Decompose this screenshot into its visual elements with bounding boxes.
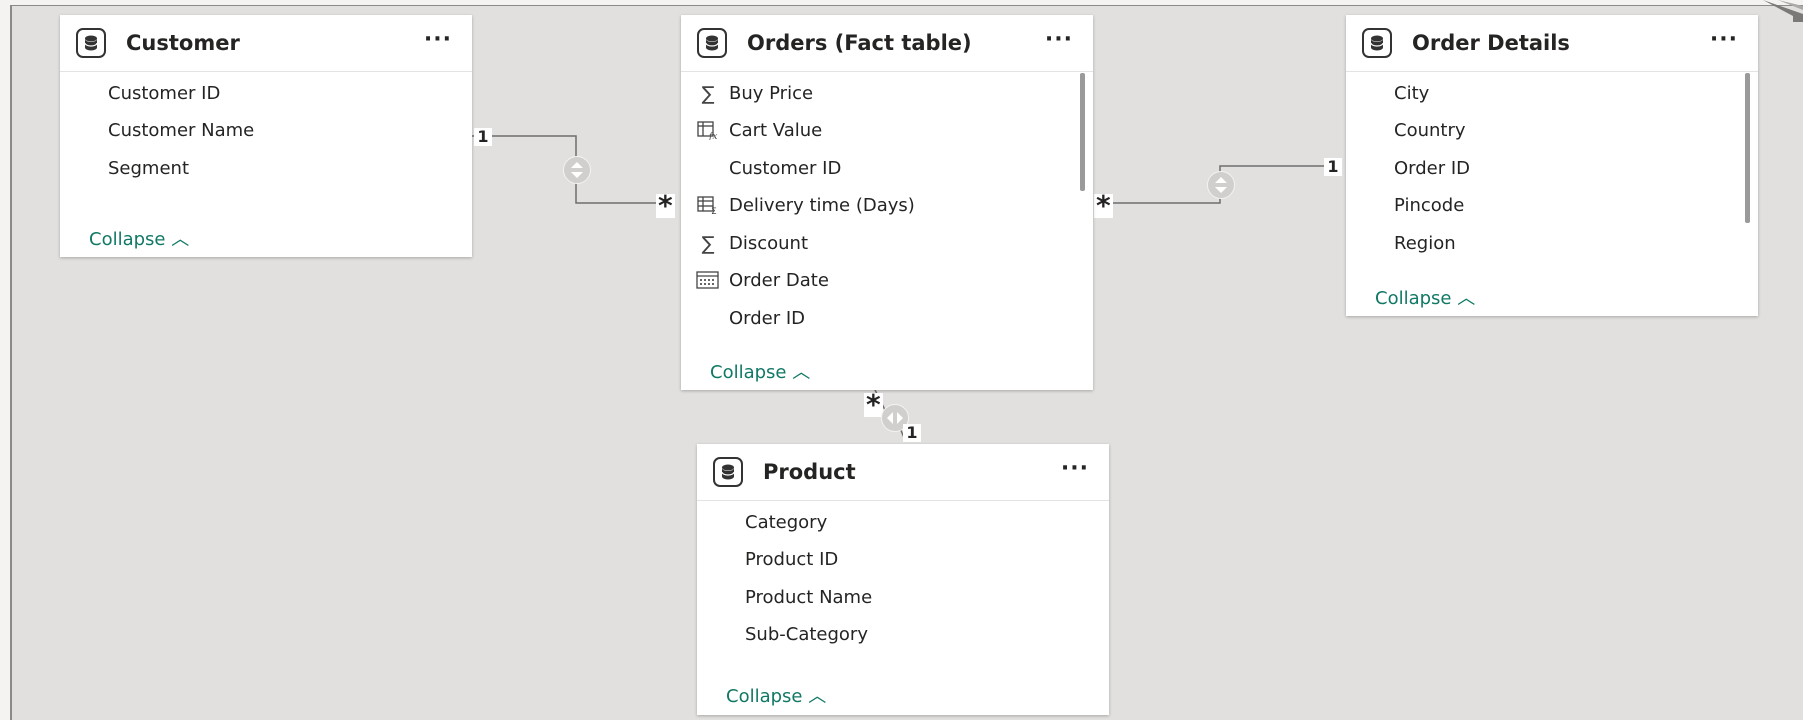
table-title: Order Details — [1412, 31, 1570, 55]
cross-filter-direction-icon[interactable] — [1207, 171, 1235, 199]
collapse-label: Collapse — [726, 686, 803, 707]
field-label: Category — [745, 512, 828, 533]
field-label: Region — [1394, 233, 1456, 254]
calculated-table-icon: Σ — [696, 195, 720, 217]
table-card-customer[interactable]: Customer ··· Customer ID Customer Name S… — [60, 15, 472, 257]
calculated-column-icon: fx — [696, 120, 720, 142]
collapse-button[interactable]: Collapse ︿ — [1375, 284, 1475, 310]
table-card-orders[interactable]: Orders (Fact table) ··· ∑ Buy Price fx C… — [681, 15, 1093, 390]
table-card-product[interactable]: Product ··· Category Product ID Product … — [697, 444, 1109, 715]
relationship-cardinality-one: 1 — [1324, 158, 1342, 176]
chevron-up-icon: ︿ — [1457, 288, 1476, 309]
collapse-label: Collapse — [89, 229, 166, 250]
field-label: Customer ID — [108, 83, 221, 104]
field-label: Product ID — [745, 549, 839, 570]
table-card-header[interactable]: Orders (Fact table) ··· — [681, 15, 1093, 72]
field-label: Pincode — [1394, 195, 1465, 216]
collapse-button[interactable]: Collapse ︿ — [710, 358, 810, 384]
more-options-button[interactable]: ··· — [1045, 27, 1073, 52]
cross-filter-direction-icon[interactable] — [563, 156, 591, 184]
field-label: Order Date — [729, 270, 829, 291]
field-label: Customer Name — [108, 120, 255, 141]
relationship-cardinality-many: * — [1094, 189, 1113, 222]
table-card-order-details[interactable]: Order Details ··· City Country Order ID … — [1346, 15, 1758, 316]
field-label: Order ID — [1394, 158, 1471, 179]
table-icon — [76, 28, 106, 58]
more-options-button[interactable]: ··· — [1710, 27, 1738, 52]
table-title: Orders (Fact table) — [747, 31, 972, 55]
more-options-button[interactable]: ··· — [1061, 456, 1089, 481]
field-label: Delivery time (Days) — [729, 195, 915, 216]
table-card-header[interactable]: Product ··· — [697, 444, 1109, 501]
collapse-button[interactable]: Collapse ︿ — [726, 682, 826, 708]
sigma-icon: ∑ — [701, 83, 715, 105]
table-title: Customer — [126, 31, 240, 55]
table-card-header[interactable]: Order Details ··· — [1346, 15, 1758, 72]
table-title: Product — [763, 460, 856, 484]
sigma-icon: ∑ — [701, 233, 715, 255]
relationship-cardinality-one: 1 — [903, 424, 921, 442]
table-icon — [1362, 28, 1392, 58]
field-label: Country — [1394, 120, 1466, 141]
collapse-label: Collapse — [710, 362, 787, 383]
collapse-label: Collapse — [1375, 288, 1452, 309]
chevron-up-icon: ︿ — [808, 686, 827, 707]
chevron-up-icon: ︿ — [792, 362, 811, 383]
field-label: City — [1394, 83, 1430, 104]
relationship-cardinality-one: 1 — [474, 128, 492, 146]
field-list-scrollbar[interactable] — [1745, 73, 1750, 223]
field-label: Order ID — [729, 308, 806, 329]
table-icon — [697, 28, 727, 58]
chevron-up-icon: ︿ — [171, 229, 190, 250]
field-label: Sub-Category — [745, 624, 868, 645]
calendar-icon — [696, 270, 720, 292]
svg-text:Σ: Σ — [711, 207, 717, 215]
field-label: Discount — [729, 233, 809, 254]
table-card-header[interactable]: Customer ··· — [60, 15, 472, 72]
svg-text:fx: fx — [708, 132, 717, 140]
model-canvas[interactable]: 1 * * 1 * 1 Customer ··· Customer ID Cus… — [0, 0, 1803, 720]
relationship-cardinality-many: * — [656, 189, 675, 222]
field-label: Segment — [108, 158, 189, 179]
field-label: Product Name — [745, 587, 873, 608]
field-label: Cart Value — [729, 120, 823, 141]
table-icon — [713, 457, 743, 487]
relationship-cardinality-many: * — [864, 388, 883, 421]
field-list-scrollbar[interactable] — [1080, 73, 1085, 191]
collapse-button[interactable]: Collapse ︿ — [89, 225, 189, 251]
field-label: Customer ID — [729, 158, 842, 179]
more-options-button[interactable]: ··· — [424, 27, 452, 52]
field-label: Buy Price — [729, 83, 814, 104]
